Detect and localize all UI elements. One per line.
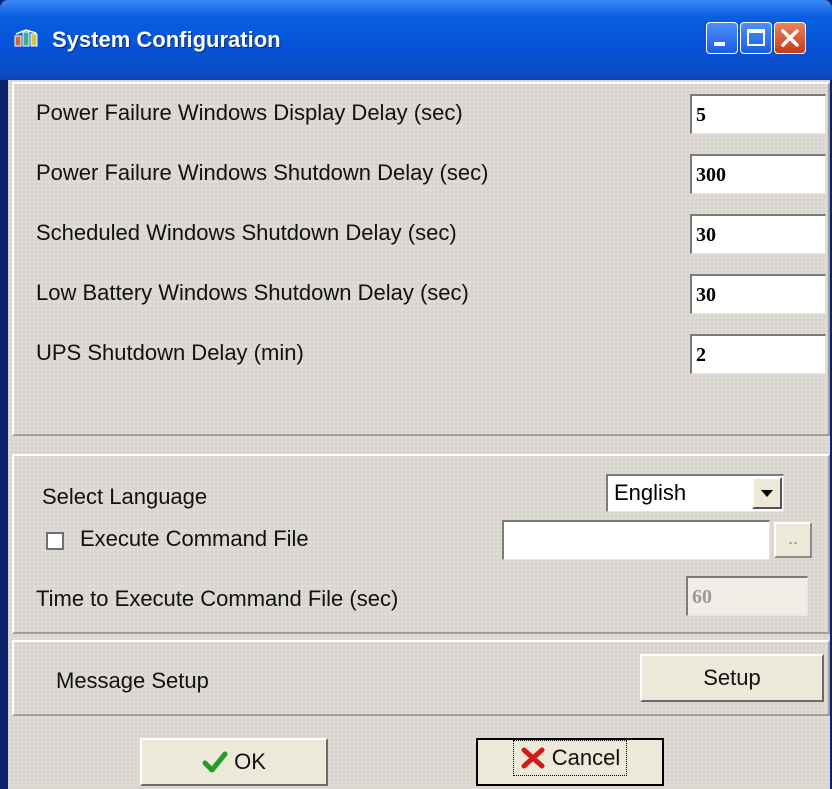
shutdown-delay-label: Power Failure Windows Shutdown Delay (se… (36, 160, 489, 185)
message-setup-label: Message Setup (56, 668, 209, 693)
check-icon (202, 751, 228, 773)
delay-settings-panel: Power Failure Windows Display Delay (sec… (12, 82, 830, 436)
shutdown-delay-input[interactable]: 300 (690, 154, 826, 194)
ok-button[interactable]: OK (140, 738, 328, 786)
select-language-label: Select Language (42, 484, 208, 509)
execute-command-checkbox[interactable] (46, 532, 64, 550)
x-icon (521, 747, 545, 769)
execute-time-input: 60 (686, 576, 808, 616)
execute-command-label: Execute Command File (80, 526, 309, 551)
ups-shutdown-delay-input[interactable]: 2 (690, 334, 826, 374)
dropdown-arrow-icon (761, 490, 773, 497)
setup-button[interactable]: Setup (640, 654, 824, 702)
cancel-button-label: Cancel (551, 745, 621, 770)
system-configuration-window: System Configuration Power Failure Windo… (0, 0, 832, 789)
command-file-input[interactable] (502, 520, 770, 560)
language-command-panel: Select Language English Execute Command … (12, 454, 830, 634)
low-battery-delay-label: Low Battery Windows Shutdown Delay (sec) (36, 280, 469, 305)
message-setup-panel: Message Setup Setup (12, 640, 830, 716)
minimize-button[interactable] (706, 22, 738, 54)
scheduled-shutdown-delay-label: Scheduled Windows Shutdown Delay (sec) (36, 220, 457, 245)
ok-button-label: OK (234, 749, 266, 774)
scheduled-shutdown-delay-input[interactable]: 30 (690, 214, 826, 254)
execute-time-label: Time to Execute Command File (sec) (36, 586, 399, 611)
ups-shutdown-delay-label: UPS Shutdown Delay (min) (36, 340, 304, 365)
language-select-value: English (614, 480, 687, 505)
language-dropdown-button[interactable] (752, 477, 782, 509)
low-battery-delay-input[interactable]: 30 (690, 274, 826, 314)
maximize-icon (747, 29, 765, 46)
title-bar[interactable]: System Configuration (0, 0, 832, 80)
browse-command-file-button[interactable]: .. (774, 522, 812, 558)
setup-button-label: Setup (703, 665, 761, 690)
close-icon (781, 29, 799, 47)
minimize-icon (714, 42, 725, 46)
window-title: System Configuration (52, 27, 281, 52)
display-delay-label: Power Failure Windows Display Delay (sec… (36, 100, 463, 125)
dialog-body: Power Failure Windows Display Delay (sec… (8, 80, 830, 789)
maximize-button[interactable] (740, 22, 772, 54)
app-icon (14, 29, 38, 47)
cancel-button[interactable]: Cancel (476, 738, 664, 786)
display-delay-input[interactable]: 5 (690, 94, 826, 134)
language-select[interactable]: English (606, 474, 784, 512)
close-button[interactable] (774, 22, 806, 54)
